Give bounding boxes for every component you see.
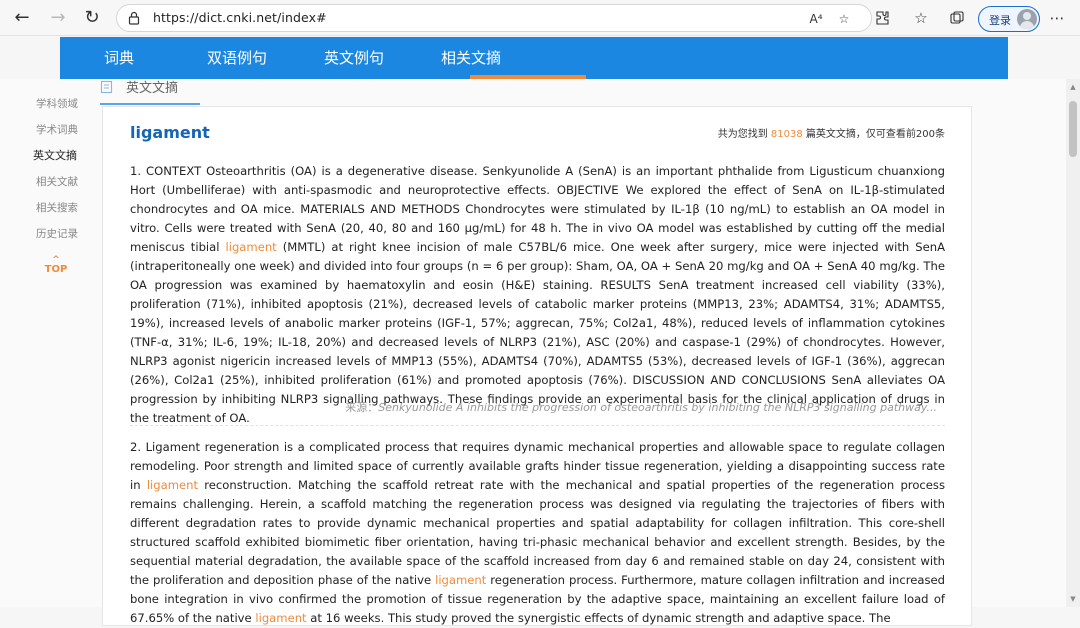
section-header: 英文文摘 [100, 76, 200, 106]
abstracts-card: ligament 共为您找到 81038 篇英文文摘，仅可查看前200条 1. … [102, 106, 972, 626]
page-scrollbar[interactable]: ▲ ▼ [1066, 79, 1080, 607]
keyword-highlight: ligament [225, 240, 277, 254]
favorites-list-icon[interactable]: ☆ [910, 7, 932, 29]
result-count: 共为您找到 81038 篇英文文摘，仅可查看前200条 [718, 125, 945, 140]
count-suffix: 篇英文文摘，仅可查看前200条 [805, 129, 945, 140]
sidebar-item-english-abstracts[interactable]: 英文文摘 [33, 147, 77, 163]
abstract-item: 2. Ligament regeneration is a complicate… [130, 438, 945, 628]
address-bar[interactable]: https://dict.cnki.net/index# A⁴ ☆ [116, 4, 872, 32]
abstract-text: at 16 weeks. This study proved the syner… [306, 611, 891, 625]
count-prefix: 共为您找到 [717, 129, 768, 140]
refresh-icon[interactable]: ↻ [80, 6, 104, 30]
abstract-text: (MMTL) at right knee incision of male C5… [130, 240, 946, 425]
lock-icon[interactable] [127, 11, 141, 25]
scroll-down-icon[interactable]: ▼ [1069, 595, 1077, 603]
browser-toolbar: ← → ↻ https://dict.cnki.net/index# A⁴ ☆ … [0, 0, 1080, 36]
section-underline [100, 103, 200, 105]
source-title[interactable]: Senkyunolide A inhibits the progression … [378, 401, 937, 414]
keyword-highlight: ligament [435, 573, 487, 587]
forward-arrow-icon[interactable]: → [46, 6, 70, 30]
scroll-thumb[interactable] [1069, 101, 1077, 157]
abstract-divider [130, 425, 945, 426]
avatar [1017, 9, 1037, 29]
document-icon [100, 79, 114, 94]
sidebar-item-academic-dictionary[interactable]: 学术词典 [36, 122, 78, 137]
login-button[interactable]: 登录 [978, 6, 1040, 32]
back-to-top-button[interactable]: ^ TOP [44, 255, 68, 276]
keyword-highlight: ligament [255, 611, 307, 625]
sidebar-item-related-search[interactable]: 相关搜索 [36, 200, 78, 215]
sidebar-item-subject-fields[interactable]: 学科领域 [36, 96, 78, 111]
abstract-item: 1. CONTEXT Osteoarthritis (OA) is a dege… [130, 162, 945, 428]
caret-up-icon: ^ [52, 255, 60, 265]
extensions-icon[interactable] [872, 7, 894, 29]
sidebar-item-related-literature[interactable]: 相关文献 [36, 174, 78, 189]
top-label: TOP [44, 264, 68, 275]
count-number: 81038 [770, 129, 803, 140]
tab-related-abstracts[interactable]: 相关文摘 [441, 37, 501, 79]
tab-dictionary[interactable]: 词典 [104, 37, 134, 79]
section-title: 英文文摘 [126, 81, 179, 96]
site-nav-bar: 词典 双语例句 英文例句 相关文摘 [60, 37, 1008, 79]
collections-icon[interactable] [946, 7, 968, 29]
source-label: 来源： [345, 401, 379, 414]
tab-english-examples[interactable]: 英文例句 [324, 37, 384, 79]
search-keyword: ligament [130, 123, 210, 142]
sidebar-item-history[interactable]: 历史记录 [36, 226, 78, 241]
scroll-up-icon[interactable]: ▲ [1069, 83, 1077, 91]
keyword-highlight: ligament [146, 478, 199, 492]
login-label: 登录 [989, 14, 1011, 27]
tab-bilingual-examples[interactable]: 双语例句 [207, 37, 267, 79]
back-arrow-icon[interactable]: ← [10, 6, 34, 30]
abstract-text: reconstruction. Matching the scaffold re… [130, 478, 945, 587]
favorite-star-icon[interactable]: ☆ [835, 10, 853, 28]
more-options-icon[interactable]: ⋯ [1046, 7, 1068, 29]
url-text[interactable]: https://dict.cnki.net/index# [153, 10, 327, 25]
read-aloud-icon[interactable]: A⁴ [807, 10, 825, 28]
abstract-source[interactable]: 来源：Senkyunolide A inhibits the progressi… [345, 399, 937, 415]
